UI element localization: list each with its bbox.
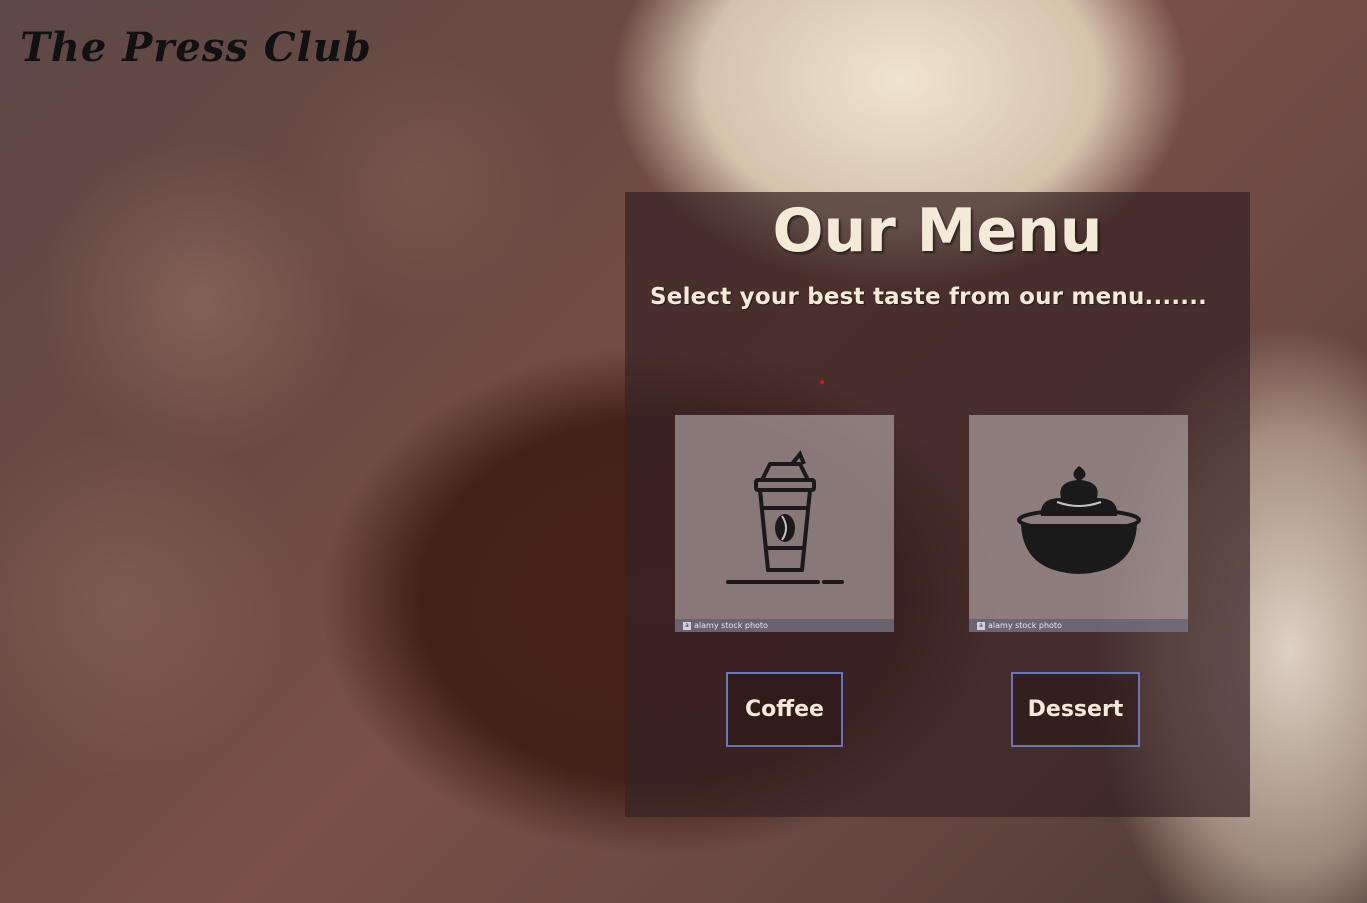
coffee-image	[675, 415, 894, 619]
watermark-badge-icon: a	[683, 621, 691, 630]
coffee-card: a alamy stock photo	[675, 415, 894, 632]
menu-panel: Our Menu Select your best taste from our…	[625, 192, 1250, 817]
coffee-cup-icon	[725, 450, 844, 584]
brand-logo[interactable]: The Press Club	[20, 24, 372, 71]
menu-subtitle: Select your best taste from our menu....…	[650, 284, 1208, 310]
dessert-card: a alamy stock photo	[969, 415, 1188, 632]
coffee-button[interactable]: Coffee	[726, 672, 843, 747]
watermark-badge-icon: a	[977, 621, 985, 630]
watermark-text: alamy stock photo	[694, 621, 768, 630]
dessert-button[interactable]: Dessert	[1011, 672, 1140, 747]
watermark-bar: a alamy stock photo	[969, 619, 1188, 632]
watermark-bar: a alamy stock photo	[675, 619, 894, 632]
cupcake-icon	[1016, 466, 1141, 574]
menu-title: Our Menu	[772, 196, 1103, 266]
dessert-image	[969, 415, 1188, 619]
watermark-text: alamy stock photo	[988, 621, 1062, 630]
decorative-dot	[820, 380, 824, 384]
